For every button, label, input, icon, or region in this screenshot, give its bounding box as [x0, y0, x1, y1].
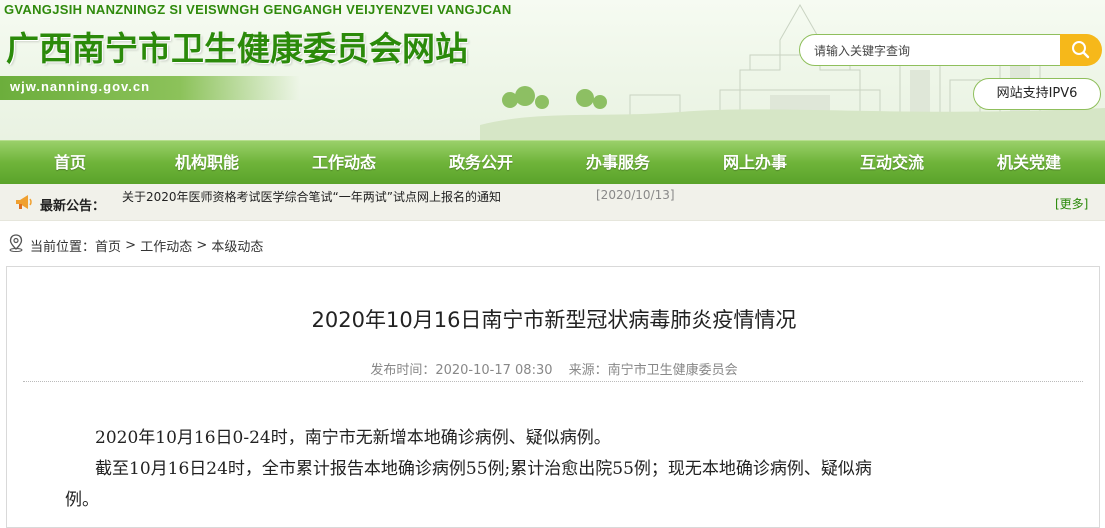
publish-time: 发布时间：2020-10-17 08:30 — [370, 363, 553, 378]
notice-link[interactable]: 关于2020年医师资格考试医学综合笔试“一年两试”试点网上报名的通知 — [122, 188, 501, 205]
main-navigation: 首页 机构职能 工作动态 政务公开 办事服务 网上办事 互动交流 机关党建 — [0, 140, 1105, 184]
article-meta: 发布时间：2020-10-17 08:30 来源：南宁市卫生健康委员会 — [7, 359, 1101, 378]
city-skyline-illustration — [480, 3, 1105, 140]
site-domain: wjw.nanning.gov.cn — [10, 79, 151, 94]
article-title: 2020年10月16日南宁市新型冠状病毒肺炎疫情情况 — [311, 308, 797, 332]
breadcrumb-home[interactable]: 首页 — [95, 240, 121, 255]
notice-label: 最新公告： — [40, 199, 106, 214]
divider — [23, 381, 1083, 382]
notice-more-link[interactable]: [更多] — [1055, 195, 1088, 212]
breadcrumb-prefix: 当前位置： — [30, 240, 96, 255]
article-paragraph: 截至10月16日24时，全市累计报告本地确诊病例55例;累计治愈出院55例；现无… — [95, 459, 872, 479]
location-pin-icon — [9, 234, 23, 252]
search-input[interactable] — [812, 41, 1056, 61]
latest-notice-bar: 最新公告： 关于2020年医师资格考试医学综合笔试“一年两试”试点网上报名的通知… — [0, 184, 1105, 221]
article-paragraph: 2020年10月16日0-24时，南宁市无新增本地确诊病例、疑似病例。 — [95, 428, 611, 448]
nav-item-online-services[interactable]: 网上办事 — [695, 141, 815, 185]
megaphone-icon — [16, 195, 32, 209]
article-paragraph: 例。 — [65, 490, 99, 510]
search-button[interactable] — [1060, 34, 1102, 66]
zhuang-language-title: GVANGJSIH NANZNINGZ SI VEISWNGH GENGANGH… — [4, 2, 512, 17]
breadcrumb-work-news[interactable]: 工作动态 — [140, 240, 192, 255]
site-header: GVANGJSIH NANZNINGZ SI VEISWNGH GENGANGH… — [0, 0, 1105, 140]
nav-item-work-news[interactable]: 工作动态 — [284, 141, 404, 185]
site-title[interactable]: 广西南宁市卫生健康委员会网站 — [6, 22, 468, 70]
nav-item-home[interactable]: 首页 — [10, 141, 130, 185]
nav-item-organization[interactable]: 机构职能 — [147, 141, 267, 185]
breadcrumb-current[interactable]: 本级动态 — [211, 240, 263, 255]
notice-date: [2020/10/13] — [596, 188, 675, 202]
nav-item-interaction[interactable]: 互动交流 — [832, 141, 952, 185]
nav-item-party-building[interactable]: 机关党建 — [969, 141, 1089, 185]
breadcrumb-separator: > — [196, 238, 208, 253]
article-source: 来源：南宁市卫生健康委员会 — [568, 363, 738, 378]
breadcrumb-separator: > — [125, 238, 137, 253]
search-icon — [1072, 41, 1090, 59]
ipv6-badge[interactable]: 网站支持IPV6 — [973, 78, 1101, 110]
breadcrumb: 当前位置：首页 > 工作动态 > 本级动态 — [8, 234, 263, 255]
nav-item-government-affairs[interactable]: 政务公开 — [421, 141, 541, 185]
nav-item-services[interactable]: 办事服务 — [558, 141, 678, 185]
search-box — [799, 34, 1100, 66]
article-container: 2020年10月16日南宁市新型冠状病毒肺炎疫情情况 发布时间：2020-10-… — [6, 266, 1100, 528]
